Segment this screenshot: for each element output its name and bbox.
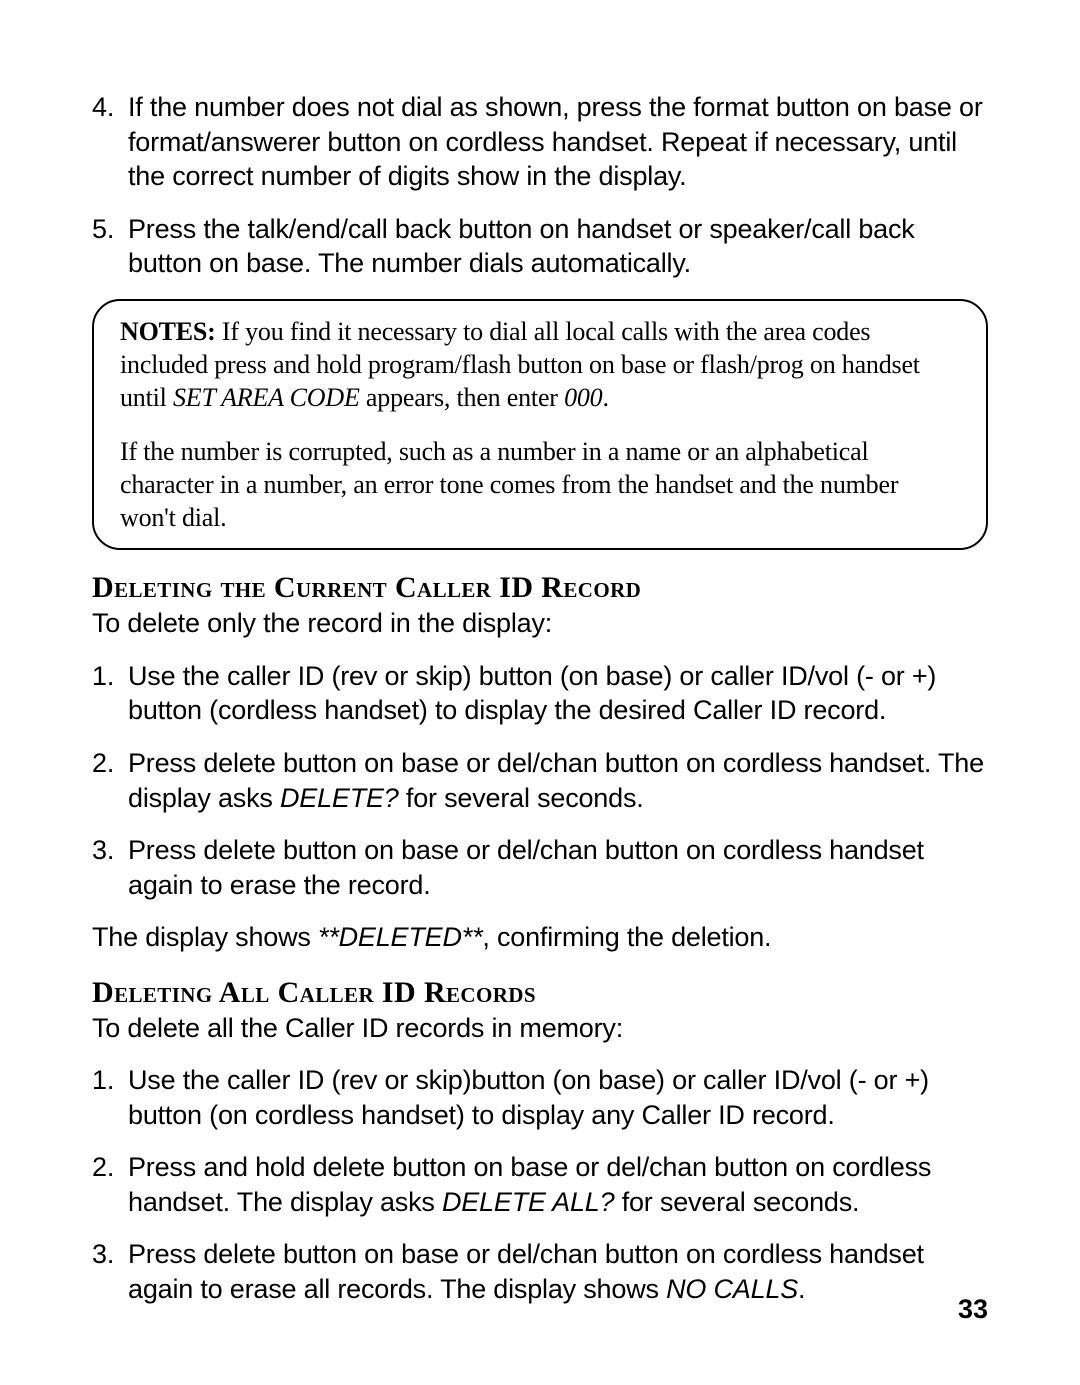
steps-list-delete-current: 1. Use the caller ID (rev or skip) butto… <box>92 659 988 902</box>
section-heading-delete-all: Deleting All Caller ID Records <box>92 975 988 1011</box>
list-item: 1. Use the caller ID (rev or skip)button… <box>92 1063 988 1132</box>
notes-display-text: SET AREA CODE <box>173 383 360 412</box>
display-status: NO CALLS <box>666 1274 798 1304</box>
list-number: 2. <box>92 1150 128 1219</box>
list-number: 1. <box>92 659 128 728</box>
list-text-part: for several seconds. <box>614 1187 859 1217</box>
section-heading-delete-current: Deleting the Current Caller ID Record <box>92 570 988 606</box>
notes-text: appears, then enter <box>360 383 564 412</box>
page-number: 33 <box>958 1294 988 1325</box>
section-outro: The display shows **DELETED**, confirmin… <box>92 920 988 955</box>
notes-value: 000 <box>564 383 602 412</box>
list-number: 2. <box>92 746 128 815</box>
list-text: Use the caller ID (rev or skip) button (… <box>128 659 988 728</box>
section-intro: To delete only the record in the display… <box>92 606 988 641</box>
notes-paragraph: NOTES: If you find it necessary to dial … <box>120 315 960 415</box>
outro-text: , confirming the deletion. <box>482 922 771 952</box>
list-text: If the number does not dial as shown, pr… <box>128 90 988 194</box>
outro-text: The display shows <box>92 922 318 952</box>
list-item: 3. Press delete button on base or del/ch… <box>92 1237 988 1306</box>
notes-label: NOTES: <box>120 317 216 346</box>
list-text: Use the caller ID (rev or skip)button (o… <box>128 1063 988 1132</box>
display-prompt: DELETE ALL? <box>442 1187 614 1217</box>
steps-list-delete-all: 1. Use the caller ID (rev or skip)button… <box>92 1063 988 1306</box>
display-prompt: DELETE? <box>280 783 399 813</box>
document-page: 4. If the number does not dial as shown,… <box>0 0 1080 1385</box>
list-item: 2. Press and hold delete button on base … <box>92 1150 988 1219</box>
list-text: Press delete button on base or del/chan … <box>128 833 988 902</box>
notes-callout: NOTES: If you find it necessary to dial … <box>92 299 988 551</box>
list-text: Press and hold delete button on base or … <box>128 1150 988 1219</box>
list-text: Press delete button on base or del/chan … <box>128 746 988 815</box>
list-number: 5. <box>92 212 128 281</box>
list-number: 4. <box>92 90 128 194</box>
list-item: 4. If the number does not dial as shown,… <box>92 90 988 194</box>
steps-list-continued: 4. If the number does not dial as shown,… <box>92 90 988 281</box>
display-confirmation: **DELETED** <box>318 922 482 952</box>
list-text: Press the talk/end/call back button on h… <box>128 212 988 281</box>
list-item: 5. Press the talk/end/call back button o… <box>92 212 988 281</box>
list-item: 3. Press delete button on base or del/ch… <box>92 833 988 902</box>
list-text-part: . <box>798 1274 805 1304</box>
notes-text: . <box>602 383 608 412</box>
list-number: 3. <box>92 1237 128 1306</box>
list-number: 1. <box>92 1063 128 1132</box>
section-intro: To delete all the Caller ID records in m… <box>92 1011 988 1046</box>
list-item: 1. Use the caller ID (rev or skip) butto… <box>92 659 988 728</box>
notes-paragraph: If the number is corrupted, such as a nu… <box>120 435 960 535</box>
list-text: Press delete button on base or del/chan … <box>128 1237 988 1306</box>
list-number: 3. <box>92 833 128 902</box>
list-text-part: for several seconds. <box>399 783 644 813</box>
list-item: 2. Press delete button on base or del/ch… <box>92 746 988 815</box>
